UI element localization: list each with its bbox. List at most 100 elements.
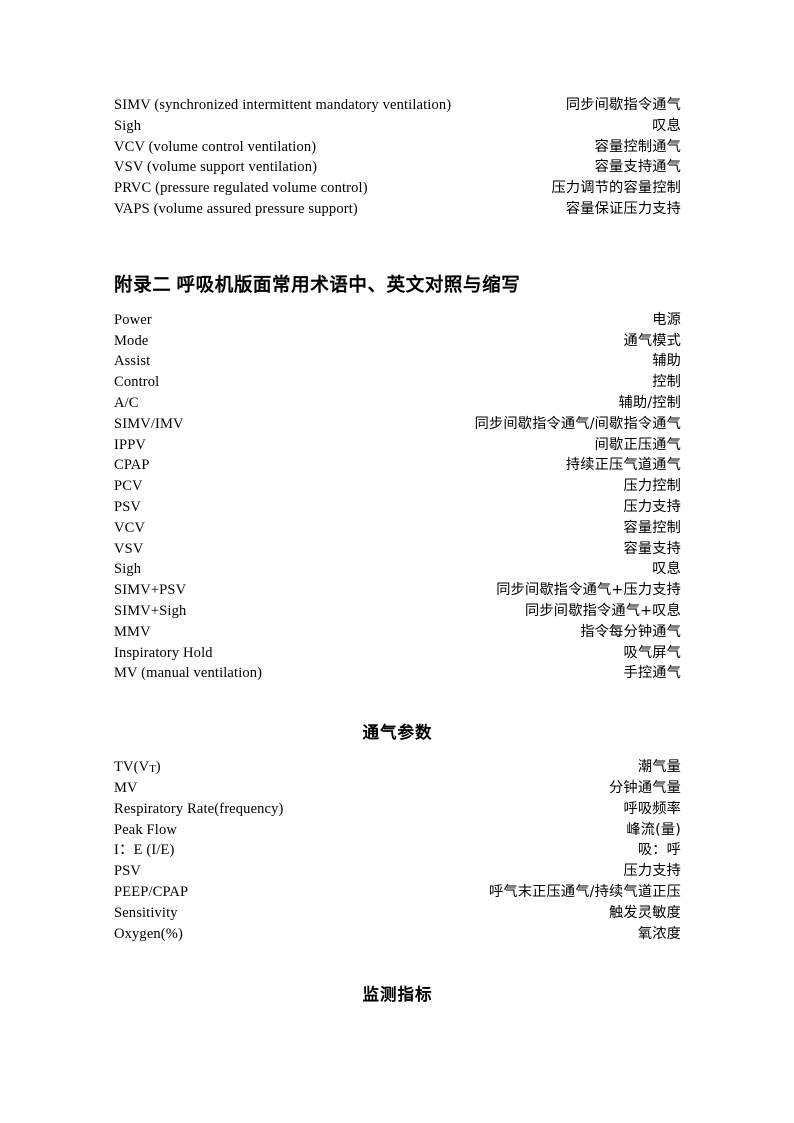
glossary-row: MMV 指令每分钟通气 <box>114 622 681 643</box>
term-chinese: 同步间歇指令通气+叹息 <box>525 602 681 619</box>
term-english-tail: ) <box>155 759 161 776</box>
glossary-row: VSV 容量支持 <box>114 539 681 560</box>
term-chinese: 呼吸频率 <box>623 800 681 817</box>
term-chinese: 间歇正压通气 <box>594 436 681 453</box>
term-chinese: 同步间歇指令通气 <box>565 97 681 113</box>
ventilation-params-heading: 通气参数 <box>362 723 433 743</box>
term-english: IPPV <box>114 436 147 453</box>
term-english: SIMV+PSV <box>114 582 187 599</box>
term-english: Sigh <box>114 117 142 134</box>
glossary-row: MV 分钟通气量 <box>114 778 681 799</box>
term-english: Inspiratory Hold <box>114 644 213 661</box>
term-chinese: 容量保证压力支持 <box>565 200 681 217</box>
term-chinese: 压力控制 <box>623 478 681 495</box>
term-chinese: 呼气末正压通气/持续气道正压 <box>488 883 681 900</box>
glossary-panel-terms: Power 电源 Mode 通气模式 Assist 辅助 Control 控制 … <box>114 310 681 684</box>
term-english: TV(VT) <box>114 757 161 779</box>
term-chinese: 指令每分钟通气 <box>580 623 681 640</box>
term-chinese: 潮气量 <box>637 759 681 776</box>
term-english-subscript: T <box>149 763 156 776</box>
term-chinese: 容量支持通气 <box>594 159 681 176</box>
term-chinese: 叹息 <box>652 561 681 578</box>
term-english: MV <box>114 779 138 796</box>
term-english: MMV <box>114 623 151 640</box>
term-english: VCV (volume control ventilation) <box>114 138 317 155</box>
glossary-row: SIMV+Sigh 同步间歇指令通气+叹息 <box>114 601 681 622</box>
term-english: MV (manual ventilation) <box>114 665 263 682</box>
glossary-row: I：E (I/E) 吸：呼 <box>114 840 681 861</box>
term-chinese: 电源 <box>652 311 681 328</box>
term-chinese: 通气模式 <box>623 332 681 349</box>
glossary-row: CPAP 持续正压气道通气 <box>114 455 681 476</box>
term-chinese: 压力支持 <box>623 863 681 880</box>
glossary-row: PSV 压力支持 <box>114 861 681 882</box>
glossary-row: Assist 辅助 <box>114 351 681 372</box>
term-english: Respiratory Rate(frequency) <box>114 800 284 817</box>
term-english: VAPS (volume assured pressure support) <box>114 200 358 217</box>
glossary-row: Power 电源 <box>114 310 681 331</box>
term-english: I：E (I/E) <box>114 842 175 859</box>
term-english: PSV <box>114 863 142 880</box>
term-chinese: 压力调节的容量控制 <box>551 180 681 197</box>
term-english: SIMV (synchronized intermittent mandator… <box>114 97 452 113</box>
glossary-row: PEEP/CPAP 呼气末正压通气/持续气道正压 <box>114 882 681 903</box>
glossary-row: MV (manual ventilation) 手控通气 <box>114 663 681 684</box>
term-chinese: 容量控制通气 <box>594 138 681 155</box>
term-english: Power <box>114 311 152 328</box>
glossary-row: Inspiratory Hold 吸气屏气 <box>114 643 681 664</box>
term-english: VCV <box>114 519 146 536</box>
term-chinese: 触发灵敏度 <box>609 904 681 921</box>
term-english: A/C <box>114 394 139 411</box>
term-english: SIMV+Sigh <box>114 602 187 619</box>
term-english: Peak Flow <box>114 821 177 838</box>
term-english: PSV <box>114 498 142 515</box>
term-chinese: 容量支持 <box>623 540 681 557</box>
glossary-row: PCV 压力控制 <box>114 476 681 497</box>
term-chinese: 控制 <box>652 374 681 391</box>
term-english: PCV <box>114 478 143 495</box>
appendix-heading: 附录二 呼吸机版面常用术语中、英文对照与缩写 <box>114 275 521 296</box>
term-english: Control <box>114 374 160 391</box>
glossary-row: PRVC (pressure regulated volume control)… <box>114 178 681 199</box>
glossary-row: Peak Flow 峰流(量) <box>114 820 681 841</box>
glossary-row: SIMV/IMV 同步间歇指令通气/间歇指令通气 <box>114 414 681 435</box>
glossary-row: TV(VT) 潮气量 <box>114 757 681 778</box>
glossary-row: PSV 压力支持 <box>114 497 681 518</box>
glossary-row: Sensitivity 触发灵敏度 <box>114 903 681 924</box>
term-english: Sigh <box>114 561 142 578</box>
glossary-ventilation-params: TV(VT) 潮气量 MV 分钟通气量 Respiratory Rate(fre… <box>114 757 681 944</box>
term-chinese: 峰流(量) <box>626 821 681 838</box>
page-content: SIMV (synchronized intermittent mandator… <box>114 0 681 1008</box>
glossary-row: VCV 容量控制 <box>114 518 681 539</box>
term-chinese: 分钟通气量 <box>609 779 681 796</box>
term-english: VSV (volume support ventilation) <box>114 159 318 176</box>
term-chinese: 辅助 <box>652 353 681 370</box>
glossary-row: VSV (volume support ventilation) 容量支持通气 <box>114 157 681 178</box>
glossary-row: Control 控制 <box>114 372 681 393</box>
glossary-row: IPPV 间歇正压通气 <box>114 435 681 456</box>
glossary-row: SIMV+PSV 同步间歇指令通气+压力支持 <box>114 580 681 601</box>
glossary-row: VAPS (volume assured pressure support) 容… <box>114 199 681 220</box>
document-page: SIMV (synchronized intermittent mandator… <box>0 0 794 1123</box>
term-english: PEEP/CPAP <box>114 883 189 900</box>
term-english: Oxygen(%) <box>114 925 183 942</box>
glossary-row: VCV (volume control ventilation) 容量控制通气 <box>114 137 681 158</box>
monitoring-indicators-heading: 监测指标 <box>362 985 433 1005</box>
term-chinese: 同步间歇指令通气+压力支持 <box>496 582 681 599</box>
term-chinese: 持续正压气道通气 <box>565 457 681 474</box>
glossary-row: Mode 通气模式 <box>114 331 681 352</box>
term-chinese: 吸气屏气 <box>623 644 681 661</box>
glossary-top: SIMV (synchronized intermittent mandator… <box>114 95 681 220</box>
glossary-row: Sigh 叹息 <box>114 559 681 580</box>
term-chinese: 吸：呼 <box>637 842 681 859</box>
term-chinese: 叹息 <box>652 117 681 134</box>
glossary-row: A/C 辅助/控制 <box>114 393 681 414</box>
term-english-base: TV(V <box>114 759 150 776</box>
glossary-row: SIMV (synchronized intermittent mandator… <box>114 95 681 116</box>
term-chinese: 同步间歇指令通气/间歇指令通气 <box>474 415 681 432</box>
